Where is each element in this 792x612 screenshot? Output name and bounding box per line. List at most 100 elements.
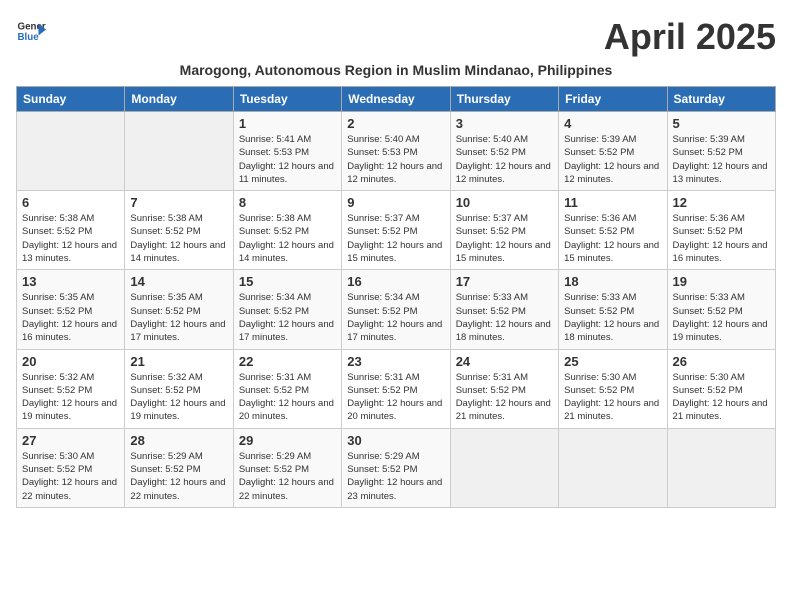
- calendar-week-1: 1 Sunrise: 5:41 AMSunset: 5:53 PMDaylight…: [17, 112, 776, 191]
- calendar-table: SundayMondayTuesdayWednesdayThursdayFrid…: [16, 86, 776, 508]
- day-info: Sunrise: 5:39 AMSunset: 5:52 PMDaylight:…: [673, 133, 770, 186]
- day-info: Sunrise: 5:38 AMSunset: 5:52 PMDaylight:…: [239, 212, 336, 265]
- day-info: Sunrise: 5:40 AMSunset: 5:52 PMDaylight:…: [456, 133, 553, 186]
- day-number: 20: [22, 354, 119, 369]
- day-info: Sunrise: 5:38 AMSunset: 5:52 PMDaylight:…: [130, 212, 227, 265]
- calendar-cell: 29 Sunrise: 5:29 AMSunset: 5:52 PMDayligh…: [233, 428, 341, 507]
- calendar-body: 1 Sunrise: 5:41 AMSunset: 5:53 PMDaylight…: [17, 112, 776, 508]
- day-info: Sunrise: 5:37 AMSunset: 5:52 PMDaylight:…: [347, 212, 444, 265]
- column-header-monday: Monday: [125, 87, 233, 112]
- calendar-cell: 2 Sunrise: 5:40 AMSunset: 5:53 PMDaylight…: [342, 112, 450, 191]
- day-number: 7: [130, 195, 227, 210]
- day-info: Sunrise: 5:31 AMSunset: 5:52 PMDaylight:…: [239, 371, 336, 424]
- day-number: 13: [22, 274, 119, 289]
- day-info: Sunrise: 5:40 AMSunset: 5:53 PMDaylight:…: [347, 133, 444, 186]
- calendar-week-4: 20 Sunrise: 5:32 AMSunset: 5:52 PMDayligh…: [17, 349, 776, 428]
- page-title: April 2025: [604, 16, 776, 58]
- day-info: Sunrise: 5:31 AMSunset: 5:52 PMDaylight:…: [347, 371, 444, 424]
- column-header-wednesday: Wednesday: [342, 87, 450, 112]
- day-number: 30: [347, 433, 444, 448]
- calendar-cell: 1 Sunrise: 5:41 AMSunset: 5:53 PMDaylight…: [233, 112, 341, 191]
- day-number: 6: [22, 195, 119, 210]
- column-header-sunday: Sunday: [17, 87, 125, 112]
- calendar-cell: 24 Sunrise: 5:31 AMSunset: 5:52 PMDayligh…: [450, 349, 558, 428]
- calendar-cell: 23 Sunrise: 5:31 AMSunset: 5:52 PMDayligh…: [342, 349, 450, 428]
- day-number: 8: [239, 195, 336, 210]
- calendar-cell: 13 Sunrise: 5:35 AMSunset: 5:52 PMDayligh…: [17, 270, 125, 349]
- day-number: 3: [456, 116, 553, 131]
- day-number: 16: [347, 274, 444, 289]
- calendar-cell: 25Sunrise: 5:30 AMSunset: 5:52 PMDayligh…: [559, 349, 667, 428]
- day-info: Sunrise: 5:36 AMSunset: 5:52 PMDaylight:…: [564, 212, 661, 265]
- page-subtitle: Marogong, Autonomous Region in Muslim Mi…: [16, 62, 776, 78]
- day-info: Sunrise: 5:30 AMSunset: 5:52 PMDaylight:…: [22, 450, 119, 503]
- calendar-week-2: 6 Sunrise: 5:38 AMSunset: 5:52 PMDaylight…: [17, 191, 776, 270]
- day-number: 28: [130, 433, 227, 448]
- day-number: 24: [456, 354, 553, 369]
- calendar-cell: 3 Sunrise: 5:40 AMSunset: 5:52 PMDaylight…: [450, 112, 558, 191]
- calendar-cell: 17 Sunrise: 5:33 AMSunset: 5:52 PMDayligh…: [450, 270, 558, 349]
- calendar-cell: 19Sunrise: 5:33 AMSunset: 5:52 PMDayligh…: [667, 270, 775, 349]
- logo-icon: General Blue: [16, 16, 46, 46]
- day-number: 29: [239, 433, 336, 448]
- day-info: Sunrise: 5:35 AMSunset: 5:52 PMDaylight:…: [130, 291, 227, 344]
- calendar-cell: 22 Sunrise: 5:31 AMSunset: 5:52 PMDayligh…: [233, 349, 341, 428]
- day-info: Sunrise: 5:34 AMSunset: 5:52 PMDaylight:…: [239, 291, 336, 344]
- day-info: Sunrise: 5:33 AMSunset: 5:52 PMDaylight:…: [456, 291, 553, 344]
- calendar-cell: 21Sunrise: 5:32 AMSunset: 5:52 PMDayligh…: [125, 349, 233, 428]
- day-number: 5: [673, 116, 770, 131]
- day-number: 14: [130, 274, 227, 289]
- day-info: Sunrise: 5:37 AMSunset: 5:52 PMDaylight:…: [456, 212, 553, 265]
- day-number: 2: [347, 116, 444, 131]
- calendar-cell: 12 Sunrise: 5:36 AMSunset: 5:52 PMDayligh…: [667, 191, 775, 270]
- day-info: Sunrise: 5:34 AMSunset: 5:52 PMDaylight:…: [347, 291, 444, 344]
- day-info: Sunrise: 5:32 AMSunset: 5:52 PMDaylight:…: [22, 371, 119, 424]
- page-header: General Blue April 2025: [16, 16, 776, 58]
- calendar-cell: [559, 428, 667, 507]
- day-info: Sunrise: 5:31 AMSunset: 5:52 PMDaylight:…: [456, 371, 553, 424]
- day-info: Sunrise: 5:35 AMSunset: 5:52 PMDaylight:…: [22, 291, 119, 344]
- day-number: 10: [456, 195, 553, 210]
- day-number: 22: [239, 354, 336, 369]
- day-info: Sunrise: 5:32 AMSunset: 5:52 PMDaylight:…: [130, 371, 227, 424]
- calendar-cell: [17, 112, 125, 191]
- day-number: 17: [456, 274, 553, 289]
- day-number: 9: [347, 195, 444, 210]
- day-number: 27: [22, 433, 119, 448]
- calendar-cell: 4Sunrise: 5:39 AMSunset: 5:52 PMDaylight…: [559, 112, 667, 191]
- calendar-cell: 16 Sunrise: 5:34 AMSunset: 5:52 PMDayligh…: [342, 270, 450, 349]
- day-info: Sunrise: 5:39 AMSunset: 5:52 PMDaylight:…: [564, 133, 661, 186]
- day-number: 23: [347, 354, 444, 369]
- day-info: Sunrise: 5:41 AMSunset: 5:53 PMDaylight:…: [239, 133, 336, 186]
- calendar-cell: 15Sunrise: 5:34 AMSunset: 5:52 PMDayligh…: [233, 270, 341, 349]
- day-number: 26: [673, 354, 770, 369]
- calendar-cell: 9 Sunrise: 5:37 AMSunset: 5:52 PMDaylight…: [342, 191, 450, 270]
- calendar-cell: 11Sunrise: 5:36 AMSunset: 5:52 PMDayligh…: [559, 191, 667, 270]
- calendar-week-3: 13 Sunrise: 5:35 AMSunset: 5:52 PMDayligh…: [17, 270, 776, 349]
- calendar-cell: 10 Sunrise: 5:37 AMSunset: 5:52 PMDayligh…: [450, 191, 558, 270]
- calendar-cell: [125, 112, 233, 191]
- calendar-cell: 14 Sunrise: 5:35 AMSunset: 5:52 PMDayligh…: [125, 270, 233, 349]
- calendar-cell: 7 Sunrise: 5:38 AMSunset: 5:52 PMDaylight…: [125, 191, 233, 270]
- calendar-cell: [450, 428, 558, 507]
- day-number: 1: [239, 116, 336, 131]
- calendar-cell: 5 Sunrise: 5:39 AMSunset: 5:52 PMDaylight…: [667, 112, 775, 191]
- calendar-header-row: SundayMondayTuesdayWednesdayThursdayFrid…: [17, 87, 776, 112]
- column-header-thursday: Thursday: [450, 87, 558, 112]
- svg-text:Blue: Blue: [18, 32, 40, 43]
- calendar-week-5: 27 Sunrise: 5:30 AMSunset: 5:52 PMDayligh…: [17, 428, 776, 507]
- calendar-cell: 6Sunrise: 5:38 AMSunset: 5:52 PMDaylight…: [17, 191, 125, 270]
- calendar-cell: 26Sunrise: 5:30 AMSunset: 5:52 PMDayligh…: [667, 349, 775, 428]
- calendar-cell: 8 Sunrise: 5:38 AMSunset: 5:52 PMDaylight…: [233, 191, 341, 270]
- day-info: Sunrise: 5:33 AMSunset: 5:52 PMDaylight:…: [673, 291, 770, 344]
- column-header-friday: Friday: [559, 87, 667, 112]
- calendar-cell: [667, 428, 775, 507]
- calendar-cell: 27 Sunrise: 5:30 AMSunset: 5:52 PMDayligh…: [17, 428, 125, 507]
- day-number: 18: [564, 274, 661, 289]
- day-number: 12: [673, 195, 770, 210]
- day-info: Sunrise: 5:36 AMSunset: 5:52 PMDaylight:…: [673, 212, 770, 265]
- day-info: Sunrise: 5:29 AMSunset: 5:52 PMDaylight:…: [239, 450, 336, 503]
- column-header-tuesday: Tuesday: [233, 87, 341, 112]
- day-info: Sunrise: 5:30 AMSunset: 5:52 PMDaylight:…: [564, 371, 661, 424]
- logo: General Blue: [16, 16, 46, 46]
